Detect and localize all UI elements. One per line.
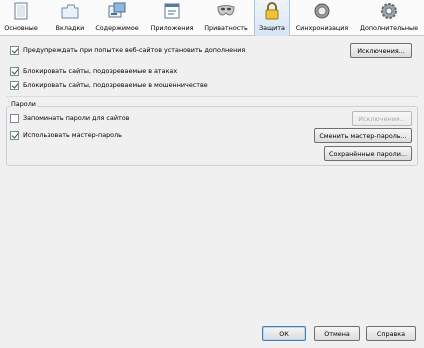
block-forgery-label: Блокировать сайты, подозреваемые в мошен…: [23, 81, 208, 89]
applications-icon: [162, 1, 182, 21]
remember-passwords-checkbox[interactable]: [10, 113, 19, 123]
tab-label: Вкладки: [55, 24, 85, 32]
tab-applications[interactable]: Приложения: [148, 0, 196, 36]
sync-icon: [312, 1, 332, 21]
block-forgery-checkbox[interactable]: [10, 80, 19, 90]
saved-passwords-button[interactable]: Сохранённые пароли...: [324, 146, 412, 161]
tab-advanced[interactable]: Дополнительные: [356, 0, 422, 36]
help-button[interactable]: Справка: [366, 326, 416, 341]
block-attack-label: Блокировать сайты, подозреваемые в атака…: [23, 67, 178, 75]
privacy-mask-icon: [216, 1, 236, 21]
ok-button[interactable]: ОК: [262, 326, 306, 341]
master-password-label: Использовать мастер-пароль: [23, 131, 122, 139]
gear-icon: [379, 1, 399, 21]
content-icon: [107, 1, 127, 21]
tab-privacy[interactable]: Приватность: [202, 0, 250, 36]
change-master-password-button[interactable]: Сменить мастер-пароль...: [314, 128, 412, 143]
passwords-exceptions-button[interactable]: Исключения...: [352, 111, 412, 126]
tab-label: Синхронизация: [295, 24, 349, 32]
preferences-toolbar: Основные Вкладки Содержимое Приложения П…: [0, 0, 424, 36]
warn-addons-row[interactable]: Предупреждать при попытке веб-сайтов уст…: [10, 44, 245, 56]
block-forgery-row[interactable]: Блокировать сайты, подозреваемые в мошен…: [10, 79, 208, 91]
warn-addons-label: Предупреждать при попытке веб-сайтов уст…: [23, 46, 246, 54]
tab-general[interactable]: Основные: [2, 0, 40, 36]
tab-label: Дополнительные: [359, 24, 419, 32]
warn-addons-checkbox[interactable]: [10, 45, 19, 55]
tab-label: Защита: [259, 24, 285, 32]
master-password-row[interactable]: Использовать мастер-пароль: [10, 129, 122, 141]
tab-sync[interactable]: Синхронизация: [294, 0, 350, 36]
remember-passwords-label: Запоминать пароли для сайтов: [23, 114, 130, 122]
tab-tabs[interactable]: Вкладки: [52, 0, 88, 36]
tab-security[interactable]: Защита: [254, 0, 290, 36]
tab-content[interactable]: Содержимое: [92, 0, 142, 36]
block-attack-checkbox[interactable]: [10, 66, 19, 76]
tab-label: Основные: [4, 24, 38, 32]
tabs-icon: [60, 1, 80, 21]
addons-exceptions-button[interactable]: Исключения...: [350, 43, 412, 58]
remember-passwords-row[interactable]: Запоминать пароли для сайтов: [10, 112, 129, 124]
master-password-checkbox[interactable]: [10, 130, 19, 140]
lock-icon: [262, 1, 282, 21]
general-icon: [11, 1, 31, 21]
passwords-group-title: Пароли: [10, 100, 37, 108]
tab-label: Приложения: [150, 24, 194, 32]
tab-label: Приватность: [204, 24, 248, 32]
section-divider: [6, 96, 418, 97]
tab-label: Содержимое: [95, 24, 139, 32]
block-attack-row[interactable]: Блокировать сайты, подозреваемые в атака…: [10, 65, 177, 77]
cancel-button[interactable]: Отмена: [314, 326, 360, 341]
